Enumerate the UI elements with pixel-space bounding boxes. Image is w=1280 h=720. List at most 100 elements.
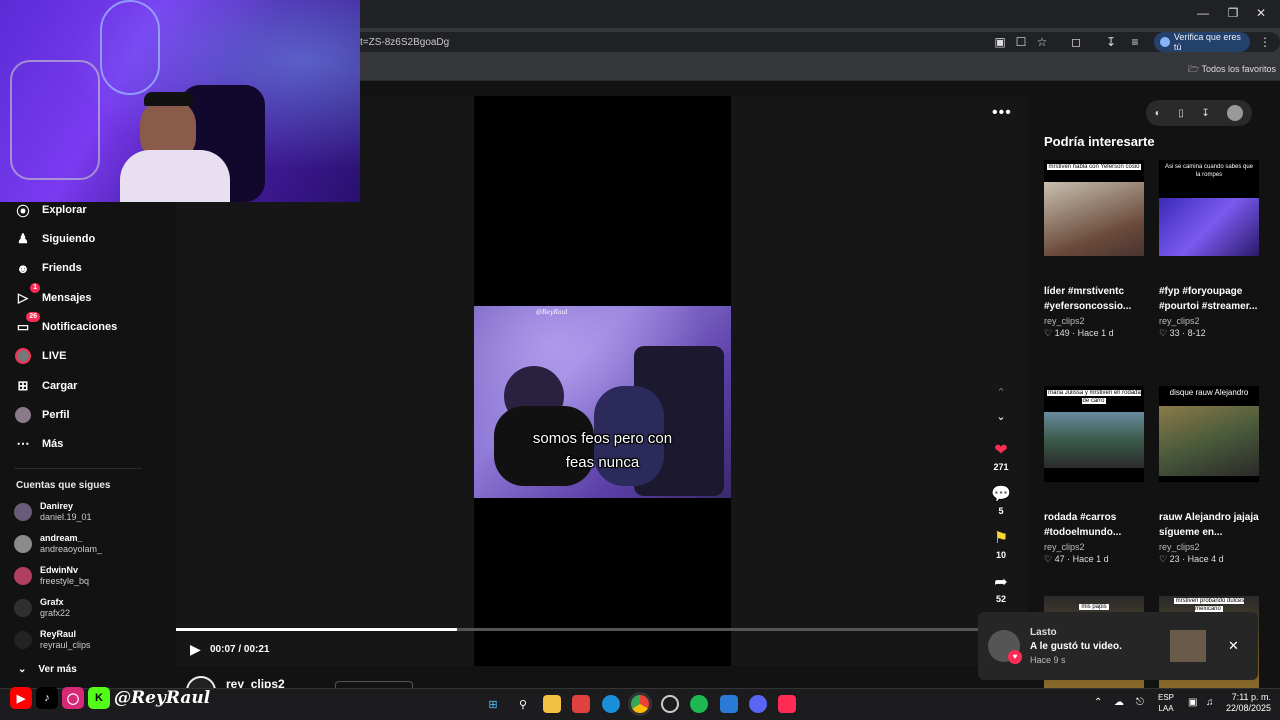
spotify-icon[interactable] [690,695,708,713]
close-notification-icon[interactable]: ✕ [1228,638,1239,654]
chrome-icon[interactable] [631,695,649,713]
account-avatar[interactable] [1227,105,1244,121]
sidebar-divider [14,468,142,469]
search-icon[interactable]: ⚲ [514,695,532,713]
sidebar-item-following[interactable]: ♟ Siguiendo [14,228,95,250]
sidebar-item-explore[interactable]: ⦿ Explorar [14,199,86,221]
discord-icon[interactable] [749,695,767,713]
suggestion-desc-line: #pourtoi #streamer... [1159,301,1258,312]
clock-time: 7:11 p. m. [1231,692,1272,702]
account-name: ReyRaul [40,629,77,639]
video-frame[interactable]: @ReyRaul somos feos pero con feas nunca [474,306,731,498]
suggestion-thumbnail[interactable]: maria Julissa y mrstiven en rodada de ca… [1044,386,1144,482]
sidebar-item-label: LIVE [42,350,67,362]
photos-icon[interactable] [720,695,738,713]
obs-icon[interactable] [661,695,679,713]
tiktok-app-icon[interactable] [778,695,796,713]
suggestion-user[interactable]: rey_clips2 [1044,316,1144,326]
share-button[interactable]: ➦ 52 [988,574,1014,604]
suggestions-title: Podría interesarte [1044,134,1155,149]
suggestion-card[interactable]: disque rauw Alejandro rauw Alejandro jaj… [1159,386,1259,565]
cast-icon[interactable]: ▣ [992,35,1008,49]
onedrive-icon[interactable]: ☁ [1114,697,1124,708]
translate-icon[interactable]: ☐ [1013,35,1029,49]
suggestion-thumbnail[interactable]: disque rauw Alejandro [1159,386,1259,482]
account-andream[interactable]: andream_ andreaoyolam_ [14,530,102,558]
tiktok-icon: ♪ [36,687,58,709]
account-name: andream_ [40,533,83,543]
app-icon[interactable] [572,695,590,713]
sidebar-item-live[interactable]: LIVE [14,345,66,367]
comment-button[interactable]: 💬 5 [988,486,1014,516]
prev-video-button[interactable]: ⌃ [988,386,1014,399]
close-window-icon[interactable]: ✕ [1250,6,1272,20]
account-edwinnv[interactable]: EdwinNv freestyle_bq [14,562,89,590]
sidebar-item-profile[interactable]: Perfil [14,404,70,426]
thumbnail-image [1044,182,1144,256]
suggestion-user[interactable]: rey_clips2 [1044,542,1144,552]
see-more-button[interactable]: ⌄ Ver más [18,664,77,675]
account-danirey[interactable]: Danirey daniel.19_01 [14,498,92,526]
language-indicator[interactable]: ESP LAA [1158,692,1174,714]
sidebar-item-messages[interactable]: ▷ 1 Mensajes [14,283,92,309]
verify-button[interactable]: Verifica que eres tú [1154,32,1250,52]
clock[interactable]: 7:11 p. m. 22/08/2025 [1226,692,1271,714]
save-button[interactable]: ⚑ 10 [988,530,1014,560]
suggestion-card[interactable]: mrstiven habla con Yeferson cosio líder … [1044,160,1144,339]
chevron-up-icon: ⌃ [996,387,1006,399]
account-reyraul[interactable]: ReyRaul reyraul_clips [14,626,91,654]
suggestion-desc-line: líder #mrstiventc [1044,286,1125,297]
suggestion-card[interactable]: maria Julissa y mrstiven en rodada de ca… [1044,386,1144,565]
download-video-icon[interactable]: ↧ [1201,108,1209,119]
save-count: 10 [995,550,1006,560]
account-grafx[interactable]: Grafx grafx22 [14,594,70,622]
file-explorer-icon[interactable] [543,695,561,713]
youtube-icon: ▶ [10,687,32,709]
suggestion-card[interactable]: Asi se camina cuando sabes que la rompes… [1159,160,1259,339]
minimize-icon[interactable]: — [1192,6,1214,20]
microphone-icon[interactable]: ⎋ [1136,697,1144,708]
suggestion-user[interactable]: rey_clips2 [1159,316,1259,326]
suggestion-desc-line: #yefersoncossio... [1044,301,1132,312]
sidebar-item-notifications[interactable]: ▭ 26 Notificaciones [14,312,118,338]
suggestion-age: Hace 1 d [1072,554,1109,564]
browser-menu-icon[interactable]: ⋮ [1257,35,1273,49]
play-button[interactable]: ▶ [190,641,201,658]
all-bookmarks-link[interactable]: 🗁 Todos los favoritos [1188,62,1276,78]
like-button[interactable]: ❤ 271 [988,442,1014,472]
extensions-icon[interactable]: ◻ [1068,35,1084,49]
notification-name: Lasto [1030,627,1057,638]
sidebar-item-label: Notificaciones [42,321,118,333]
suggestion-user[interactable]: rey_clips2 [1159,542,1259,552]
next-video-button[interactable]: ⌄ [988,410,1014,423]
more-options-icon[interactable]: ••• [992,104,1012,122]
notification-toast[interactable]: ♥ Lasto A le gustó tu video. Hace 9 s ✕ [978,612,1258,680]
chair-shape [10,60,100,180]
suggestion-age: Hace 1 d [1077,328,1114,338]
thumbnail-label: mrstiven habla con Yeferson cosio [1047,164,1141,170]
network-icon[interactable]: ▣ [1188,697,1197,708]
edge-icon[interactable] [602,695,620,713]
download-icon[interactable]: ↧ [1103,35,1119,49]
sidebar-item-friends[interactable]: ☻ Friends [14,257,82,279]
avatar [14,631,32,649]
star-icon[interactable]: ☆ [1034,35,1050,49]
suggestion-desc-line: rauw Alejandro jajaja [1159,512,1259,523]
video-progress-fill [176,628,457,631]
tray-chevron-icon[interactable]: ⌃ [1094,697,1102,708]
start-icon[interactable]: ⊞ [484,695,502,713]
phone-icon[interactable]: ▯ [1178,108,1184,119]
sidebar-item-upload[interactable]: ⊞ Cargar [14,375,78,397]
autoscroll-icon[interactable]: ◐ [1155,108,1161,119]
sidebar-item-more[interactable]: ⋯ Más [14,433,64,455]
suggestion-thumbnail[interactable]: mrstiven habla con Yeferson cosio [1044,160,1144,256]
avatar [14,599,32,617]
volume-icon[interactable]: ♫ [1206,697,1214,708]
suggestion-thumbnail[interactable]: Asi se camina cuando sabes que la rompes [1159,160,1259,256]
restore-icon[interactable]: ❐ [1222,6,1244,20]
thumbnail-image [1159,406,1259,476]
suggestion-age: 8-12 [1187,328,1206,338]
url-text[interactable]: t=ZS-8z6S2BgoaDg [360,37,449,48]
reading-list-icon[interactable]: ≡ [1127,35,1143,49]
account-handle: daniel.19_01 [40,512,92,522]
